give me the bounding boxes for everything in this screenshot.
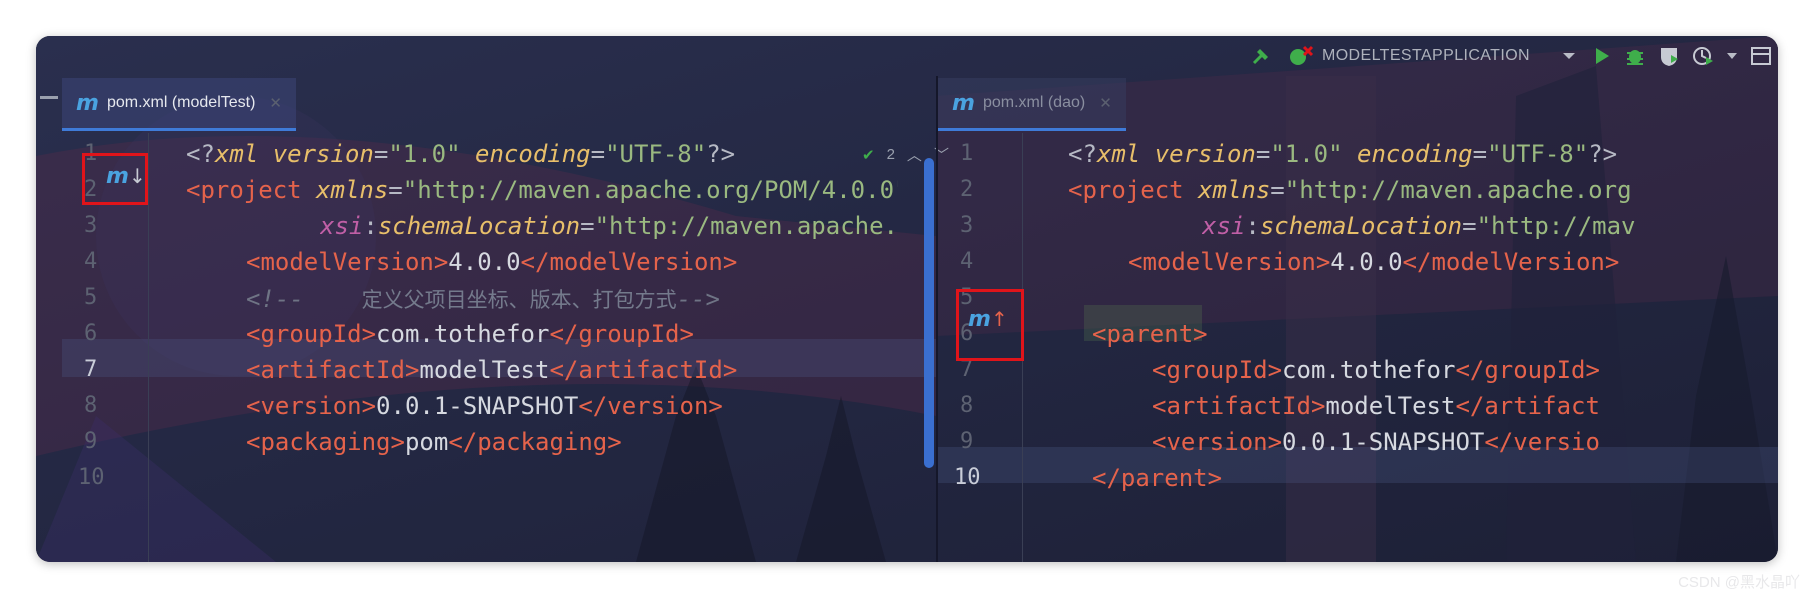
close-icon[interactable]: ✕ [1099, 94, 1112, 112]
main-toolbar: MODELTESTAPPLICATION [1218, 36, 1778, 76]
debug-icon[interactable] [1618, 36, 1652, 76]
coverage-icon[interactable] [1652, 36, 1686, 76]
code-line-1: <?xml version="1.0" encoding="UTF-8"?> [186, 140, 736, 168]
code-line-3: xsi:schemaLocation="http://mav [1202, 212, 1636, 240]
annotation-highlight-box [956, 289, 1024, 361]
code-line-9: <packaging>pom</packaging> [246, 428, 622, 456]
code-line-5: <!-- 定义父项目坐标、版本、打包方式--> [246, 285, 720, 313]
run-configuration-label: MODELTESTAPPLICATION [1321, 47, 1530, 64]
vertical-scrollbar[interactable] [924, 158, 934, 468]
spring-boot-app-icon [1289, 45, 1314, 65]
tab-pom-dao[interactable]: m pom.xml (dao) ✕ [938, 78, 1126, 131]
right-code-editor[interactable]: 1 2 3 4 5 6 7 8 9 10 m↑ <?xml version="1… [938, 133, 1778, 562]
line-number-current: 10 [954, 465, 981, 490]
gutter-divider [148, 133, 149, 562]
code-line-10: </parent> [1092, 464, 1223, 492]
project-structure-icon[interactable] [1744, 36, 1778, 76]
code-line-6: <parent> [1092, 320, 1208, 348]
run-configuration-selector[interactable]: MODELTESTAPPLICATION [1278, 45, 1586, 67]
more-run-chevron-icon[interactable] [1720, 36, 1744, 76]
code-line-7: <artifactId>modelTest</artifactId> [246, 356, 738, 384]
run-icon[interactable] [1586, 36, 1618, 76]
code-line-2: <project xmlns="http://maven.apache.org/… [186, 176, 898, 204]
close-icon[interactable]: ✕ [269, 94, 282, 112]
code-line-8: <artifactId>modelTest</artifact [1152, 392, 1600, 420]
profiler-icon[interactable] [1686, 36, 1720, 76]
code-line-8: <version>0.0.1-SNAPSHOT</version> [246, 392, 723, 420]
code-line-9: <version>0.0.1-SNAPSHOT</versio [1152, 428, 1600, 456]
code-line-7: <groupId>com.tothefor</groupId> [1152, 356, 1600, 384]
code-line-4: <modelVersion>4.0.0</modelVersion> [246, 248, 738, 276]
build-hammer-icon[interactable] [1244, 36, 1278, 76]
maven-m-icon: m [952, 90, 975, 116]
ide-window: MODELTESTAPPLICATION m pom.xml (modelTes… [36, 36, 1778, 562]
code-line-2: <project xmlns="http://maven.apache.org [1068, 176, 1632, 204]
maven-m-icon: m [76, 90, 99, 116]
code-line-3: xsi:schemaLocation="http://maven.apache.… [320, 212, 898, 240]
line-number: 10 [78, 465, 105, 490]
annotation-highlight-box [82, 153, 148, 205]
tab-pom-modeltest[interactable]: m pom.xml (modelTest) ✕ [62, 78, 296, 131]
inspection-count: 2 [886, 146, 895, 163]
watermark: CSDN @黑水晶吖 [1678, 574, 1800, 591]
chevron-up-icon[interactable]: ︿ [907, 144, 922, 165]
left-code-editor[interactable]: 1 2 3 4 5 6 7 8 9 10 m↓ ✔ 2 ︿ ﹀ <?xml ve… [62, 133, 949, 562]
tab-label: pom.xml (modelTest) [106, 94, 256, 111]
chevron-down-icon [1563, 53, 1575, 59]
code-line-6: <groupId>com.tothefor</groupId> [246, 320, 694, 348]
right-editor-tab-bar: m pom.xml (dao) ✕ [938, 78, 1778, 131]
code-line-1: <?xml version="1.0" encoding="UTF-8"?> [1068, 140, 1618, 168]
minimize-handle[interactable] [40, 96, 58, 99]
code-line-4: <modelVersion>4.0.0</modelVersion> [1128, 248, 1620, 276]
check-icon: ✔ [862, 146, 875, 164]
tab-label: pom.xml (dao) [982, 94, 1086, 111]
left-editor-tab-bar: m pom.xml (modelTest) ✕ [62, 78, 942, 131]
